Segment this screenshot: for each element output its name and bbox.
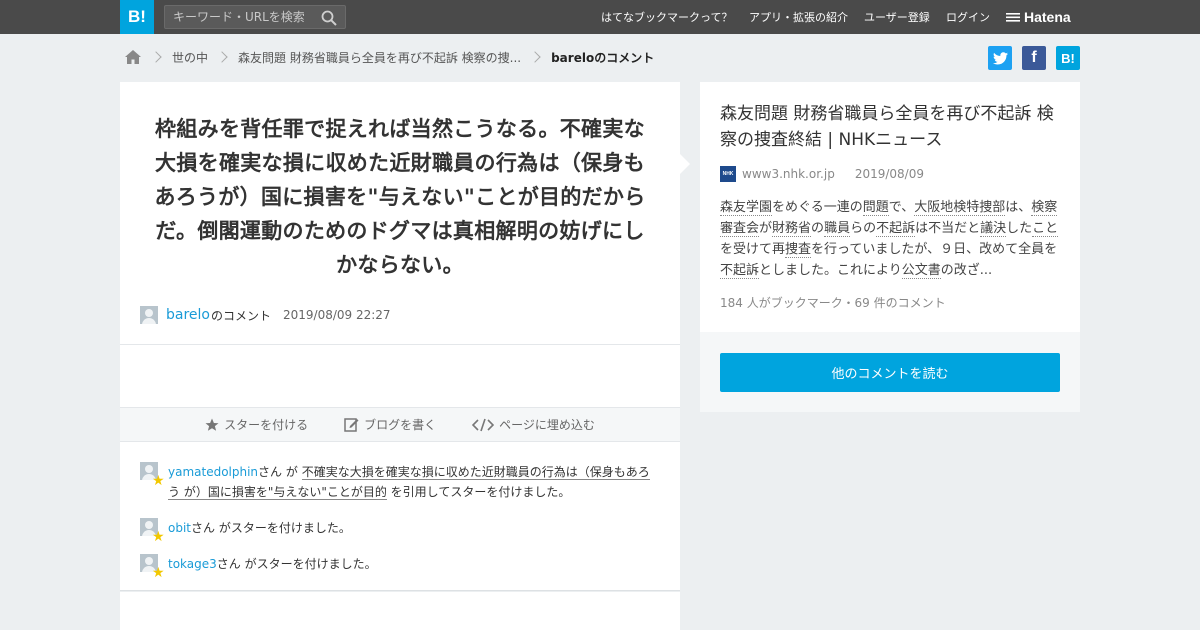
write-blog-button[interactable]: ブログを書く [344, 416, 436, 433]
edit-icon [344, 418, 359, 432]
star-post: を引用してスターを付けました。 [386, 485, 571, 499]
summary-keyword[interactable]: 財務省 [772, 221, 812, 237]
star-entry-text: yamatedolphinさん が 不確実な大損を確実な損に収めた近財職員の行為… [168, 462, 652, 502]
star-badge-icon: ★ [152, 473, 165, 489]
entry-source: NHK www3.nhk.or.jp 2019/08/09 [720, 166, 924, 182]
summary-text: した [1006, 221, 1033, 236]
write-blog-label: ブログを書く [364, 418, 437, 432]
chevron-right-icon [216, 51, 228, 63]
comment-actions: スターを付ける ブログを書く ページに埋め込む [120, 407, 680, 442]
summary-keyword[interactable]: 議決 [980, 221, 1007, 237]
star-user-link[interactable]: tokage3 [168, 557, 217, 571]
nav-apps-link[interactable]: アプリ・拡張の紹介 [749, 9, 848, 25]
summary-text: を行っていましたが、９日、改めて全員を [811, 242, 1058, 257]
nav-register[interactable]: ユーザー登録 [864, 0, 930, 34]
star-icon [205, 418, 219, 431]
twitter-icon [992, 51, 1008, 64]
entry-date: 2019/08/09 [854, 167, 924, 181]
summary-keyword[interactable]: 森友学園 [720, 200, 773, 216]
hatena-logo-icon [1006, 13, 1020, 22]
breadcrumb-current: bareloのコメント [551, 50, 655, 65]
summary-text: としました。これにより [759, 263, 902, 278]
hatena-brand-text: Hatena [1024, 9, 1071, 25]
breadcrumb-category[interactable]: 世の中 [172, 49, 208, 66]
author-link[interactable]: barelo [166, 307, 210, 323]
hatena-brand[interactable]: Hatena [1006, 8, 1071, 26]
facebook-icon: f [1031, 49, 1037, 66]
summary-keyword[interactable]: 職員 [824, 221, 851, 237]
summary-text: の改ざ... [940, 263, 993, 278]
entry-counts[interactable]: 184 人がブックマーク・69 件のコメント [720, 294, 946, 311]
nav-about[interactable]: はてなブックマークって？ [601, 0, 732, 34]
chevron-right-icon [150, 51, 162, 63]
summary-text: で、 [888, 200, 915, 215]
nav-apps[interactable]: アプリ・拡張の紹介 [749, 0, 848, 34]
summary-text: らの [850, 221, 877, 236]
star-badge-icon: ★ [152, 565, 165, 581]
star-pre: さん が [258, 465, 302, 479]
star-entry-text: obitさん がスターを付けました。 [168, 518, 652, 538]
summary-keyword[interactable]: 捜査 [785, 242, 812, 258]
add-star-button[interactable]: スターを付ける [205, 416, 308, 433]
avatar[interactable] [140, 306, 158, 324]
nav-login[interactable]: ログイン [946, 0, 990, 34]
nav-about-link[interactable]: はてなブックマークって？ [601, 9, 732, 25]
read-more-comments-button[interactable]: 他のコメントを読む [720, 353, 1060, 392]
chevron-right-icon [529, 51, 541, 63]
entry-domain[interactable]: www3.nhk.or.jp [742, 167, 835, 181]
comment-date[interactable]: 2019/08/09 22:27 [283, 308, 391, 322]
star-user-link[interactable]: yamatedolphin [168, 465, 258, 479]
home-icon[interactable] [124, 49, 142, 65]
search-box [164, 5, 346, 29]
summary-keyword[interactable]: 問題 [862, 200, 889, 216]
author-suffix: のコメント [210, 308, 271, 323]
star-text: さん がスターを付けました。 [216, 557, 377, 571]
nhk-favicon-icon: NHK [720, 166, 736, 182]
summary-text: をめぐる一連の [772, 200, 863, 215]
search-icon[interactable] [321, 10, 337, 26]
summary-text: は、 [1005, 200, 1032, 215]
summary-keyword[interactable]: 公文書 [901, 263, 941, 279]
star-text: さん がスターを付けました。 [191, 521, 351, 535]
star-user-link[interactable]: obit [168, 521, 191, 535]
summary-text: の [811, 221, 825, 236]
summary-keyword[interactable]: 大阪地検特捜部 [914, 200, 1006, 216]
entry-summary: 森友学園をめぐる一連の問題で、大阪地検特捜部は、検察審査会が財務省の職員らの不起… [720, 197, 1065, 281]
breadcrumb: 世の中 森友問題 財務省職員ら全員を再び不起訴 検察の捜... bareloのコ… [124, 46, 654, 68]
card-pointer [680, 154, 690, 174]
embed-button[interactable]: ページに埋め込む [472, 416, 595, 433]
hatena-share-button[interactable]: B! [1056, 46, 1080, 70]
summary-keyword[interactable]: 不起訴 [876, 221, 916, 237]
embed-label: ページに埋め込む [499, 418, 595, 432]
comment-author: barelo のコメント 2019/08/09 22:27 [140, 305, 391, 325]
summary-text: が [759, 221, 773, 236]
hatena-bookmark-logo[interactable]: B! [120, 0, 154, 34]
add-star-label: スターを付ける [224, 418, 309, 432]
nav-login-link[interactable]: ログイン [946, 9, 990, 25]
entry-title[interactable]: 森友問題 財務省職員ら全員を再び不起訴 検察の捜査終結 | NHKニュース [720, 101, 1065, 153]
hatena-bookmark-icon: B! [1061, 50, 1075, 66]
code-icon [472, 418, 495, 431]
next-card [120, 592, 680, 630]
breadcrumb-entry[interactable]: 森友問題 財務省職員ら全員を再び不起訴 検察の捜... [238, 49, 521, 66]
star-badge-icon: ★ [152, 529, 165, 545]
facebook-share-button[interactable]: f [1022, 46, 1046, 70]
star-entry-text: tokage3さん がスターを付けました。 [168, 554, 652, 574]
summary-keyword[interactable]: 不起訴 [720, 263, 760, 279]
summary-text: は不当だと [915, 221, 981, 236]
twitter-share-button[interactable] [988, 46, 1012, 70]
search-input[interactable] [173, 8, 318, 26]
comment-spacer [120, 345, 680, 407]
summary-keyword[interactable]: こと [1032, 221, 1059, 237]
summary-text: を受けて再 [720, 242, 786, 257]
nav-register-link[interactable]: ユーザー登録 [864, 9, 930, 25]
comment-text: 枠組みを背任罪で捉えれば当然こうなる。不確実な大損を確実な損に収めた近財職員の行… [154, 117, 646, 277]
